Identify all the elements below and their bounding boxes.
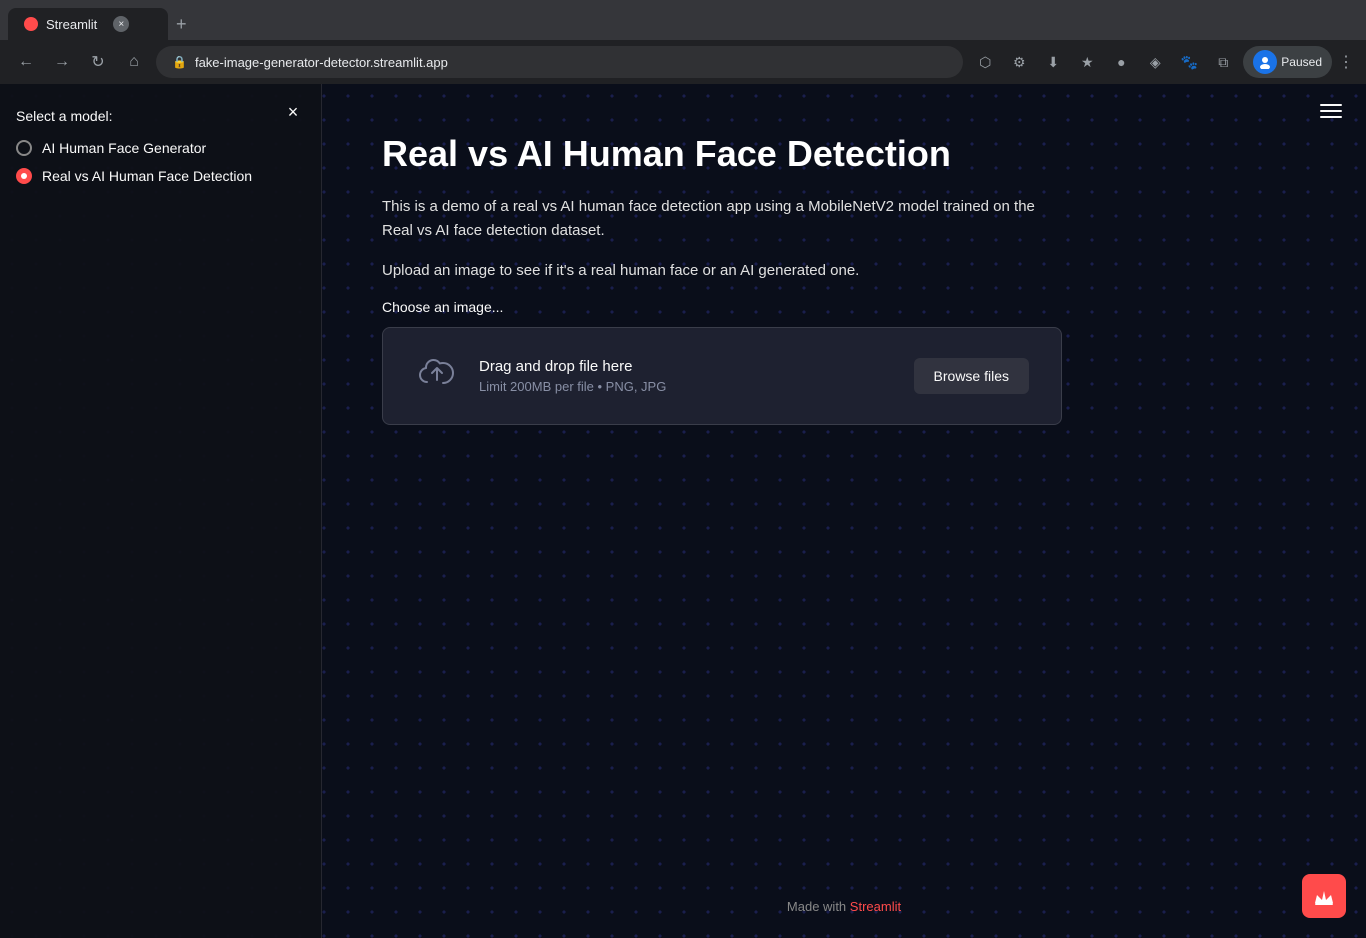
profile-icon [1253,50,1277,74]
browser-chrome: Streamlit × + ← → ↻ ⌂ 🔒 fake-image-gener… [0,0,1366,84]
paused-label: Paused [1281,55,1322,69]
extension3-icon[interactable]: 🐾 [1175,48,1203,76]
upload-text-block: Drag and drop file here Limit 200MB per … [479,358,666,394]
address-bar[interactable]: 🔒 fake-image-generator-detector.streamli… [156,46,963,78]
hamburger-line-1 [1320,104,1342,106]
drag-drop-text: Drag and drop file here [479,358,666,375]
cast-icon[interactable]: ⬡ [971,48,999,76]
footer-streamlit-link[interactable]: Streamlit [850,899,901,914]
radio-label-ai-generator: AI Human Face Generator [42,140,206,156]
nav-icons: ⬡ ⚙ ⬇ ★ ● ◈ 🐾 ⧉ Paused ⋮ [971,46,1354,78]
hamburger-line-3 [1320,116,1342,118]
hamburger-line-2 [1320,110,1342,112]
bookmark-icon[interactable]: ★ [1073,48,1101,76]
upload-cloud-icon [415,352,459,400]
home-button[interactable]: ⌂ [120,48,148,76]
paused-button[interactable]: Paused [1243,46,1332,78]
new-tab-button[interactable]: + [168,14,195,35]
browse-files-button[interactable]: Browse files [914,358,1029,394]
footer-text: Made with [787,899,850,914]
download-icon[interactable]: ⬇ [1039,48,1067,76]
description-2: Upload an image to see if it's a real hu… [382,259,1062,283]
tab-close-button[interactable]: × [113,16,129,32]
upload-label: Choose an image... [382,299,1306,315]
extension1-icon[interactable]: ● [1107,48,1135,76]
extension2-icon[interactable]: ◈ [1141,48,1169,76]
radio-circle-ai-generator [16,140,32,156]
lock-icon: 🔒 [172,55,187,69]
hamburger-menu-button[interactable] [1316,100,1346,122]
app-footer: Made with Streamlit [787,899,901,914]
main-content: Real vs AI Human Face Detection This is … [322,84,1366,938]
file-upload-area[interactable]: Drag and drop file here Limit 200MB per … [382,327,1062,425]
url-text: fake-image-generator-detector.streamlit.… [195,55,448,70]
page-title: Real vs AI Human Face Detection [382,132,1306,175]
model-select-label: Select a model: [16,108,305,124]
back-button[interactable]: ← [12,48,40,76]
upload-left: Drag and drop file here Limit 200MB per … [415,352,666,400]
radio-option-real-vs-ai[interactable]: Real vs AI Human Face Detection [16,168,305,184]
description-1: This is a demo of a real vs AI human fac… [382,195,1062,243]
crown-badge-button[interactable] [1302,874,1346,918]
radio-circle-real-vs-ai [16,168,32,184]
browser-menu-button[interactable]: ⋮ [1338,52,1354,72]
nav-bar: ← → ↻ ⌂ 🔒 fake-image-generator-detector.… [0,40,1366,84]
radio-label-real-vs-ai: Real vs AI Human Face Detection [42,168,252,184]
sidebar-close-button[interactable]: × [281,100,305,124]
sidebar: × Select a model: AI Human Face Generato… [0,84,322,938]
refresh-button[interactable]: ↻ [84,48,112,76]
settings-icon[interactable]: ⚙ [1005,48,1033,76]
active-tab[interactable]: Streamlit × [8,8,168,40]
extensions-icon[interactable]: ⧉ [1209,48,1237,76]
tab-title: Streamlit [46,17,97,32]
file-limit-text: Limit 200MB per file • PNG, JPG [479,379,666,394]
forward-button[interactable]: → [48,48,76,76]
app-container: × Select a model: AI Human Face Generato… [0,84,1366,938]
tab-bar: Streamlit × + [0,0,1366,40]
tab-favicon [24,17,38,31]
radio-option-ai-generator[interactable]: AI Human Face Generator [16,140,305,156]
